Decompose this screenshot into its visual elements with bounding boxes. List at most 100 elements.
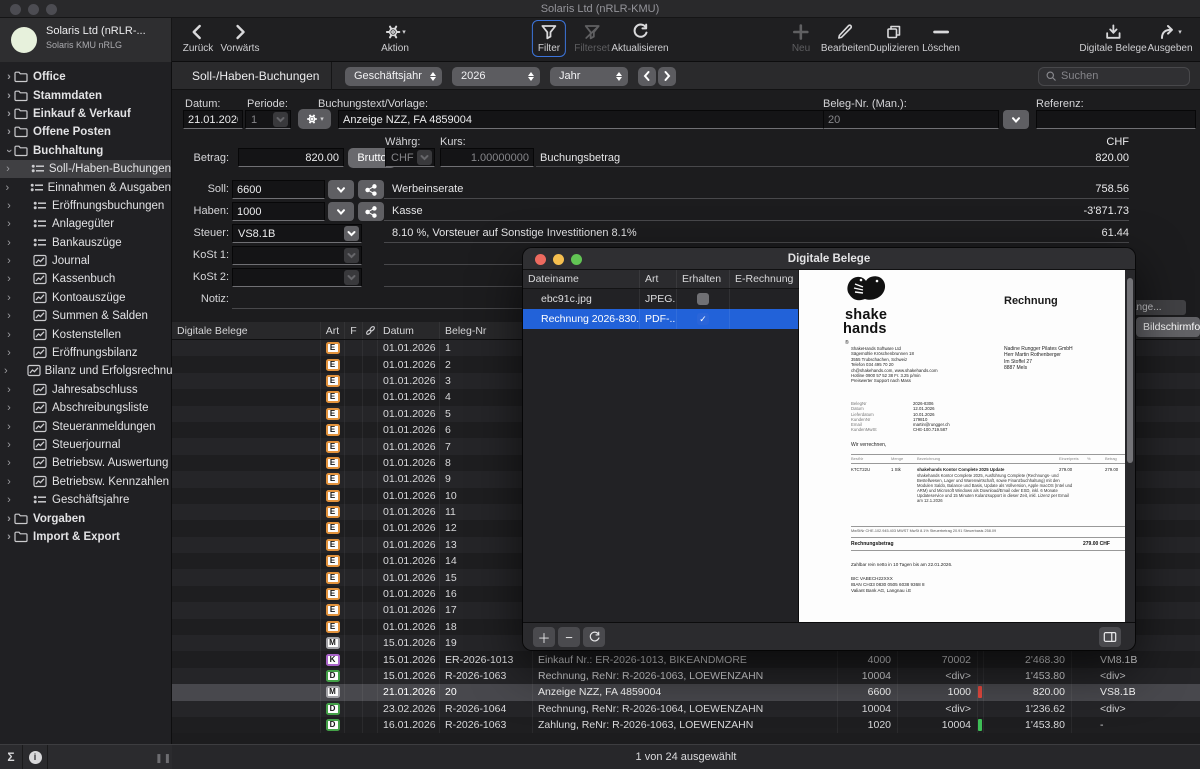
preview-scrollbar[interactable] (1125, 270, 1135, 622)
disclosure-chevron-icon[interactable]: › (4, 494, 14, 506)
sidebar-item[interactable]: › Abschreibungsliste (0, 399, 171, 417)
next-period-button[interactable] (658, 67, 676, 86)
reference-field[interactable] (1036, 110, 1196, 129)
sidebar-item[interactable]: › Offene Posten (0, 123, 171, 141)
file-row[interactable]: Rechnung 2026-830... PDF-... ✓ (523, 309, 798, 329)
sidebar-item[interactable]: › Soll-/Haben-Buchungen (0, 160, 171, 178)
date-field[interactable] (183, 110, 243, 129)
disclosure-chevron-icon[interactable]: › (4, 200, 14, 212)
minimize-window-icon[interactable] (553, 254, 564, 265)
sidebar-item[interactable]: › Vorgaben (0, 509, 171, 527)
sidebar-item[interactable]: › Kontoauszüge (0, 289, 171, 307)
file-row[interactable]: ebc91c.jpg JPEG... (523, 289, 798, 309)
credit-account-field[interactable] (232, 202, 325, 221)
sidebar-item[interactable]: › Buchhaltung (0, 142, 171, 160)
debit-account-field[interactable] (232, 180, 325, 199)
table-row[interactable]: M 21.01.2026 20 Anzeige NZZ, FA 4859004 … (172, 684, 1200, 700)
disclosure-chevron-icon[interactable]: › (4, 255, 14, 267)
sidebar-item[interactable]: › Kostenstellen (0, 325, 171, 343)
disclosure-chevron-icon[interactable]: › (4, 421, 14, 433)
disclosure-chevron-icon[interactable]: › (4, 292, 14, 304)
disclosure-chevron-icon[interactable]: › (4, 365, 8, 377)
sidebar-item[interactable]: › Geschäftsjahre (0, 491, 171, 509)
sidebar-item[interactable]: › Steueranmeldungen (0, 417, 171, 435)
sidebar-item[interactable]: › Einkauf & Verkauf (0, 105, 171, 123)
delete-button[interactable]: Löschen (922, 22, 960, 54)
zoom-window-icon[interactable] (46, 4, 57, 15)
disclosure-chevron-icon[interactable]: › (4, 347, 14, 359)
search-field[interactable] (1038, 67, 1190, 86)
debit-combo-button[interactable] (328, 180, 354, 199)
tax-select[interactable]: VS8.1B (232, 224, 362, 243)
col-f[interactable]: F (345, 322, 363, 339)
table-row[interactable]: D 15.01.2026 R-2026-1063 Rechnung, ReNr:… (172, 668, 1200, 684)
period-type-select[interactable]: Geschäftsjahr (345, 67, 442, 86)
sidebar-item[interactable]: › Bilanz und Erfolgsrechnung (0, 362, 171, 380)
sidebar-item[interactable]: › Betriebsw. Kennzahlen (0, 473, 171, 491)
col-dateiname[interactable]: Dateiname (523, 270, 640, 288)
disclosure-chevron-icon[interactable]: › (4, 329, 14, 341)
zoom-window-icon[interactable] (571, 254, 582, 265)
disclosure-chevron-icon[interactable]: › (4, 90, 14, 102)
unit-select[interactable]: Jahr (550, 67, 628, 86)
minimize-window-icon[interactable] (28, 4, 39, 15)
sidebar-item[interactable]: › Stammdaten (0, 86, 171, 104)
account-panel[interactable]: Solaris Ltd (nRLR-... Solaris KMU nRLG (0, 18, 172, 62)
disclosure-chevron-icon[interactable]: › (4, 108, 14, 120)
disclosure-chevron-icon[interactable]: › (4, 476, 14, 488)
disclosure-chevron-icon[interactable]: › (4, 531, 14, 543)
output-button[interactable]: ▾ Ausgeben (1147, 22, 1192, 54)
sidebar-item[interactable]: › Eröffnungsbuchungen (0, 197, 171, 215)
received-checkbox[interactable] (697, 293, 709, 305)
previous-period-button[interactable] (638, 67, 656, 86)
add-file-button[interactable]: ＋ (533, 627, 555, 647)
sidebar-item[interactable]: › Summen & Salden (0, 307, 171, 325)
remove-file-button[interactable]: − (558, 627, 580, 647)
disclosure-chevron-icon[interactable]: › (4, 163, 12, 175)
disclosure-chevron-icon[interactable]: › (4, 218, 14, 230)
sidebar-item[interactable]: › Jahresabschluss (0, 381, 171, 399)
scrollbar-thumb[interactable] (1127, 278, 1133, 463)
col-erhalten[interactable]: Erhalten (677, 270, 730, 288)
sidebar-item[interactable]: › Bankauszüge (0, 234, 171, 252)
disclosure-chevron-icon[interactable]: › (4, 457, 14, 469)
close-window-icon[interactable] (10, 4, 21, 15)
table-row[interactable]: K 15.01.2026 ER-2026-1013 Einkauf Nr.: E… (172, 651, 1200, 667)
close-window-icon[interactable] (535, 254, 546, 265)
credit-share-button[interactable] (358, 202, 384, 221)
disclosure-chevron-icon[interactable]: › (4, 71, 14, 83)
period-action-button[interactable]: ▾ (298, 109, 331, 129)
debit-share-button[interactable] (358, 180, 384, 199)
window-titlebar[interactable]: Digitale Belege (523, 248, 1135, 270)
table-row[interactable]: D 23.02.2026 R-2026-1064 Rechnung, ReNr:… (172, 701, 1200, 717)
disclosure-chevron-icon[interactable]: › (4, 273, 14, 285)
reload-files-button[interactable] (583, 627, 605, 647)
year-select[interactable]: 2026 (452, 67, 540, 86)
disclosure-chevron-icon[interactable]: › (4, 384, 14, 396)
forward-button[interactable]: Vorwärts (221, 22, 260, 54)
sidebar-item[interactable]: › Journal (0, 252, 171, 270)
sidebar-item[interactable]: › Steuerjournal (0, 436, 171, 454)
col-digitale-belege[interactable]: Digitale Belege (172, 322, 321, 339)
amount-field[interactable] (238, 148, 344, 167)
received-checkbox[interactable]: ✓ (697, 313, 709, 325)
document-no-field[interactable] (823, 110, 999, 129)
col-datum[interactable]: Datum (378, 322, 440, 339)
screenshot-button[interactable]: Bildschirmfo (1136, 317, 1200, 337)
sidebar-item[interactable]: › Eröffnungsbilanz (0, 344, 171, 362)
sidebar-item[interactable]: › Betriebsw. Auswertung (0, 454, 171, 472)
search-input[interactable] (1061, 70, 1171, 82)
col-attachment[interactable] (363, 322, 378, 339)
disclosure-chevron-icon[interactable]: › (4, 237, 14, 249)
edit-button[interactable]: Bearbeiten (821, 22, 869, 54)
duplicate-button[interactable]: Duplizieren (869, 22, 919, 54)
disclosure-chevron-icon[interactable]: › (4, 126, 14, 138)
col-art[interactable]: Art (321, 322, 345, 339)
disclosure-chevron-icon[interactable]: › (3, 146, 15, 156)
disclosure-chevron-icon[interactable]: › (4, 310, 14, 322)
filter-button[interactable]: Filter (532, 20, 566, 57)
col-beleg-nr[interactable]: Beleg-Nr (440, 322, 533, 339)
sidebar-item[interactable]: › Anlagegüter (0, 215, 171, 233)
disclosure-chevron-icon[interactable]: › (4, 402, 14, 414)
attachments-button[interactable]: änge... (1128, 300, 1186, 315)
